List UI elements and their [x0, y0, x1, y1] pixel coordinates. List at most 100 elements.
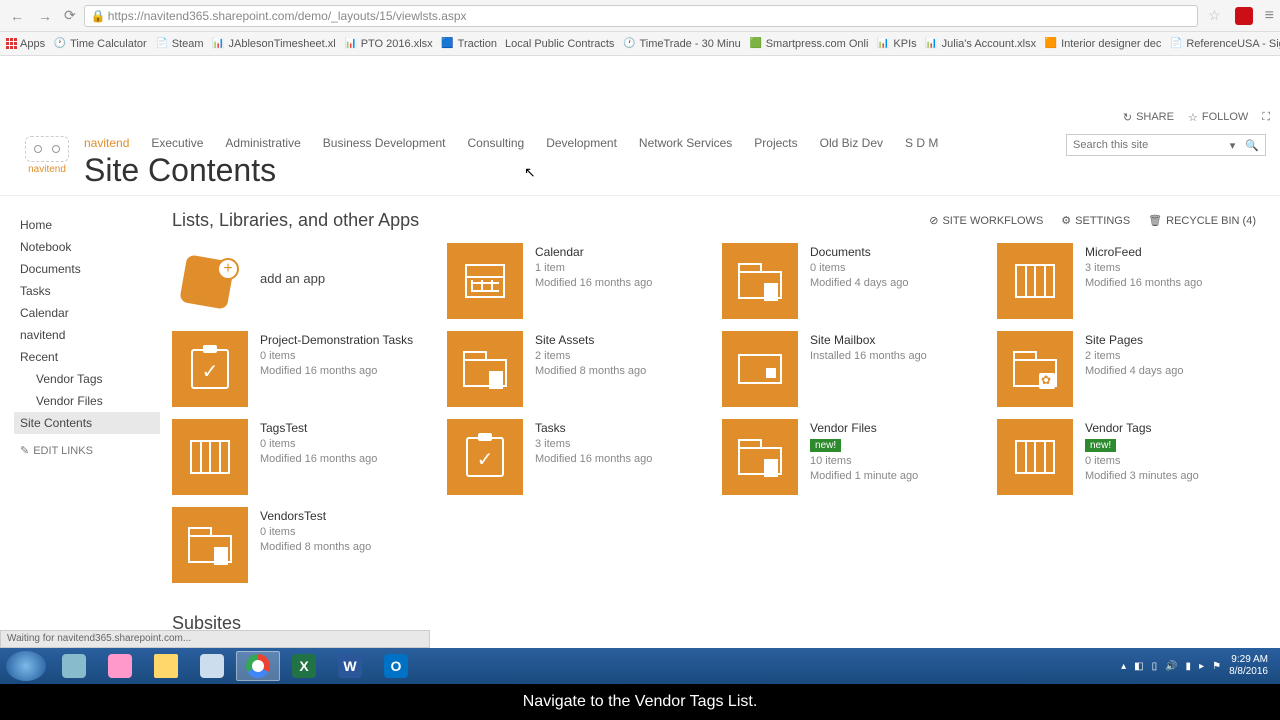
nav-link[interactable]: Consulting: [468, 136, 525, 150]
leftnav-documents[interactable]: Documents: [14, 258, 160, 280]
recycle-bin-button[interactable]: 🗑RECYCLE BIN (4): [1148, 214, 1256, 227]
bookmark-item[interactable]: 📄ReferenceUSA - Sign: [1169, 37, 1280, 51]
tile-title: Project-Demonstration Tasks: [260, 333, 413, 347]
fullscreen-button[interactable]: ⛶: [1262, 111, 1270, 124]
bookmark-item[interactable]: 🕐TimeTrade - 30 Minu: [622, 37, 740, 51]
nav-brand[interactable]: navitend: [84, 136, 129, 150]
taskbar-item[interactable]: [190, 651, 234, 681]
taskbar-item[interactable]: [52, 651, 96, 681]
network-icon[interactable]: ▮: [1186, 661, 1192, 672]
bookmark-item[interactable]: Local Public Contracts: [505, 38, 614, 50]
reload-button[interactable]: ⟳: [64, 7, 76, 24]
app-tile[interactable]: Project-Demonstration Tasks0 itemsModifi…: [172, 331, 431, 407]
page-actions: ↻SHARE ☆FOLLOW ⛶: [0, 104, 1280, 130]
tile-meta: Installed 16 months ago: [810, 349, 927, 364]
start-button[interactable]: [6, 651, 46, 681]
app-icon: [200, 654, 224, 678]
system-tray[interactable]: ▴ ◧ ▯ 🔊 ▮ ▸ ⚑ 9:29 AM8/8/2016: [1121, 654, 1274, 678]
leftnav-vendor-tags[interactable]: Vendor Tags: [14, 368, 160, 390]
nav-link[interactable]: S D M: [905, 136, 938, 150]
tile-meta: 3 itemsModified 16 months ago: [1085, 261, 1202, 292]
bookmark-item[interactable]: 📄Steam: [155, 37, 204, 51]
app-tile[interactable]: TagsTest0 itemsModified 16 months ago: [172, 419, 431, 495]
tile-icon: [172, 507, 248, 583]
leftnav-home[interactable]: Home: [14, 214, 160, 236]
search-box[interactable]: ▾ 🔍: [1066, 134, 1266, 156]
volume-icon[interactable]: 🔊: [1165, 661, 1177, 672]
app-icon: [108, 654, 132, 678]
leftnav-notebook[interactable]: Notebook: [14, 236, 160, 258]
tile-title: VendorsTest: [260, 509, 371, 523]
edit-links[interactable]: ✎EDIT LINKS: [14, 444, 160, 457]
app-tile[interactable]: Site Pages2 itemsModified 4 days ago: [997, 331, 1256, 407]
share-button[interactable]: ↻SHARE: [1123, 111, 1174, 124]
follow-button[interactable]: ☆FOLLOW: [1188, 111, 1248, 124]
url-bar[interactable]: 🔒https://navitend365.sharepoint.com/demo…: [84, 5, 1198, 27]
menu-icon[interactable]: ≡: [1265, 7, 1274, 25]
check-icon: ⊘: [929, 214, 938, 227]
tile-meta: 3 itemsModified 16 months ago: [535, 437, 652, 468]
gear-icon: ⚙: [1061, 214, 1071, 227]
bookmark-item[interactable]: 📊JAblesonTimesheet.xl: [212, 37, 336, 51]
tile-icon: [172, 419, 248, 495]
taskbar-item[interactable]: [144, 651, 188, 681]
app-tile[interactable]: MicroFeed3 itemsModified 16 months ago: [997, 243, 1256, 319]
leftnav-calendar[interactable]: Calendar: [14, 302, 160, 324]
flag-icon[interactable]: ⚑: [1212, 661, 1221, 672]
nav-link[interactable]: Business Development: [323, 136, 446, 150]
nav-link[interactable]: Administrative: [225, 136, 300, 150]
site-workflows-button[interactable]: ⊘SITE WORKFLOWS: [929, 214, 1043, 227]
bookmark-item[interactable]: 📊PTO 2016.xlsx: [344, 37, 433, 51]
new-badge: new!: [1085, 439, 1116, 452]
nav-link[interactable]: Projects: [754, 136, 797, 150]
search-input[interactable]: [1067, 139, 1226, 151]
tile-icon: [997, 419, 1073, 495]
search-scope-dropdown[interactable]: ▾: [1226, 139, 1240, 152]
app-tile[interactable]: Tasks3 itemsModified 16 months ago: [447, 419, 706, 495]
app-tile[interactable]: Site MailboxInstalled 16 months ago: [722, 331, 981, 407]
add-app-tile[interactable]: +add an app: [172, 243, 431, 319]
taskbar-excel[interactable]: X: [282, 651, 326, 681]
taskbar-word[interactable]: W: [328, 651, 372, 681]
app-tile[interactable]: Vendor Filesnew!10 itemsModified 1 minut…: [722, 419, 981, 495]
taskbar-chrome[interactable]: [236, 651, 280, 681]
left-navigation: Home Notebook Documents Tasks Calendar n…: [0, 196, 160, 634]
nav-link[interactable]: Development: [546, 136, 617, 150]
app-tile[interactable]: VendorsTest0 itemsModified 8 months ago: [172, 507, 431, 583]
settings-button[interactable]: ⚙SETTINGS: [1061, 214, 1130, 227]
leftnav-navitend[interactable]: navitend: [14, 324, 160, 346]
bookmark-item[interactable]: 🟧Interior designer dec: [1044, 37, 1161, 51]
bookmark-item[interactable]: 📊KPIs: [876, 37, 916, 51]
search-go-icon[interactable]: 🔍: [1239, 139, 1265, 152]
opera-icon[interactable]: [1235, 7, 1253, 25]
leftnav-recent[interactable]: Recent: [14, 346, 160, 368]
content: Lists, Libraries, and other Apps ⊘SITE W…: [160, 196, 1280, 634]
leftnav-vendor-files[interactable]: Vendor Files: [14, 390, 160, 412]
taskbar-item[interactable]: [98, 651, 142, 681]
bookmark-star-icon[interactable]: ☆: [1208, 7, 1221, 24]
leftnav-site-contents[interactable]: Site Contents: [14, 412, 160, 434]
app-tile[interactable]: Vendor Tagsnew!0 itemsModified 3 minutes…: [997, 419, 1256, 495]
site-logo[interactable]: navitend: [14, 130, 80, 175]
back-button[interactable]: ←: [6, 5, 28, 27]
leftnav-tasks[interactable]: Tasks: [14, 280, 160, 302]
tray-up-icon[interactable]: ▴: [1121, 661, 1126, 672]
tray-icon[interactable]: ◧: [1134, 661, 1143, 672]
app-tile[interactable]: Documents0 itemsModified 4 days ago: [722, 243, 981, 319]
clock[interactable]: 9:29 AM8/8/2016: [1229, 654, 1268, 678]
bookmark-item[interactable]: 🕐Time Calculator: [53, 37, 147, 51]
nav-link[interactable]: Old Biz Dev: [820, 136, 883, 150]
bookmark-item[interactable]: 🟩Smartpress.com Onli: [749, 37, 869, 51]
app-tile[interactable]: Calendar1 itemModified 16 months ago: [447, 243, 706, 319]
nav-link[interactable]: Network Services: [639, 136, 732, 150]
apps-button[interactable]: Apps: [6, 38, 45, 50]
taskbar-outlook[interactable]: O: [374, 651, 418, 681]
app-tile[interactable]: Site Assets2 itemsModified 8 months ago: [447, 331, 706, 407]
bookmark-item[interactable]: 🟦Traction: [441, 37, 497, 51]
nav-link[interactable]: Executive: [151, 136, 203, 150]
tray-icon[interactable]: ▯: [1152, 661, 1158, 672]
tray-icon[interactable]: ▸: [1199, 661, 1204, 672]
bookmark-item[interactable]: 📊Julia's Account.xlsx: [925, 37, 1036, 51]
forward-button[interactable]: →: [34, 5, 56, 27]
windows-taskbar: X W O ▴ ◧ ▯ 🔊 ▮ ▸ ⚑ 9:29 AM8/8/2016: [0, 648, 1280, 684]
